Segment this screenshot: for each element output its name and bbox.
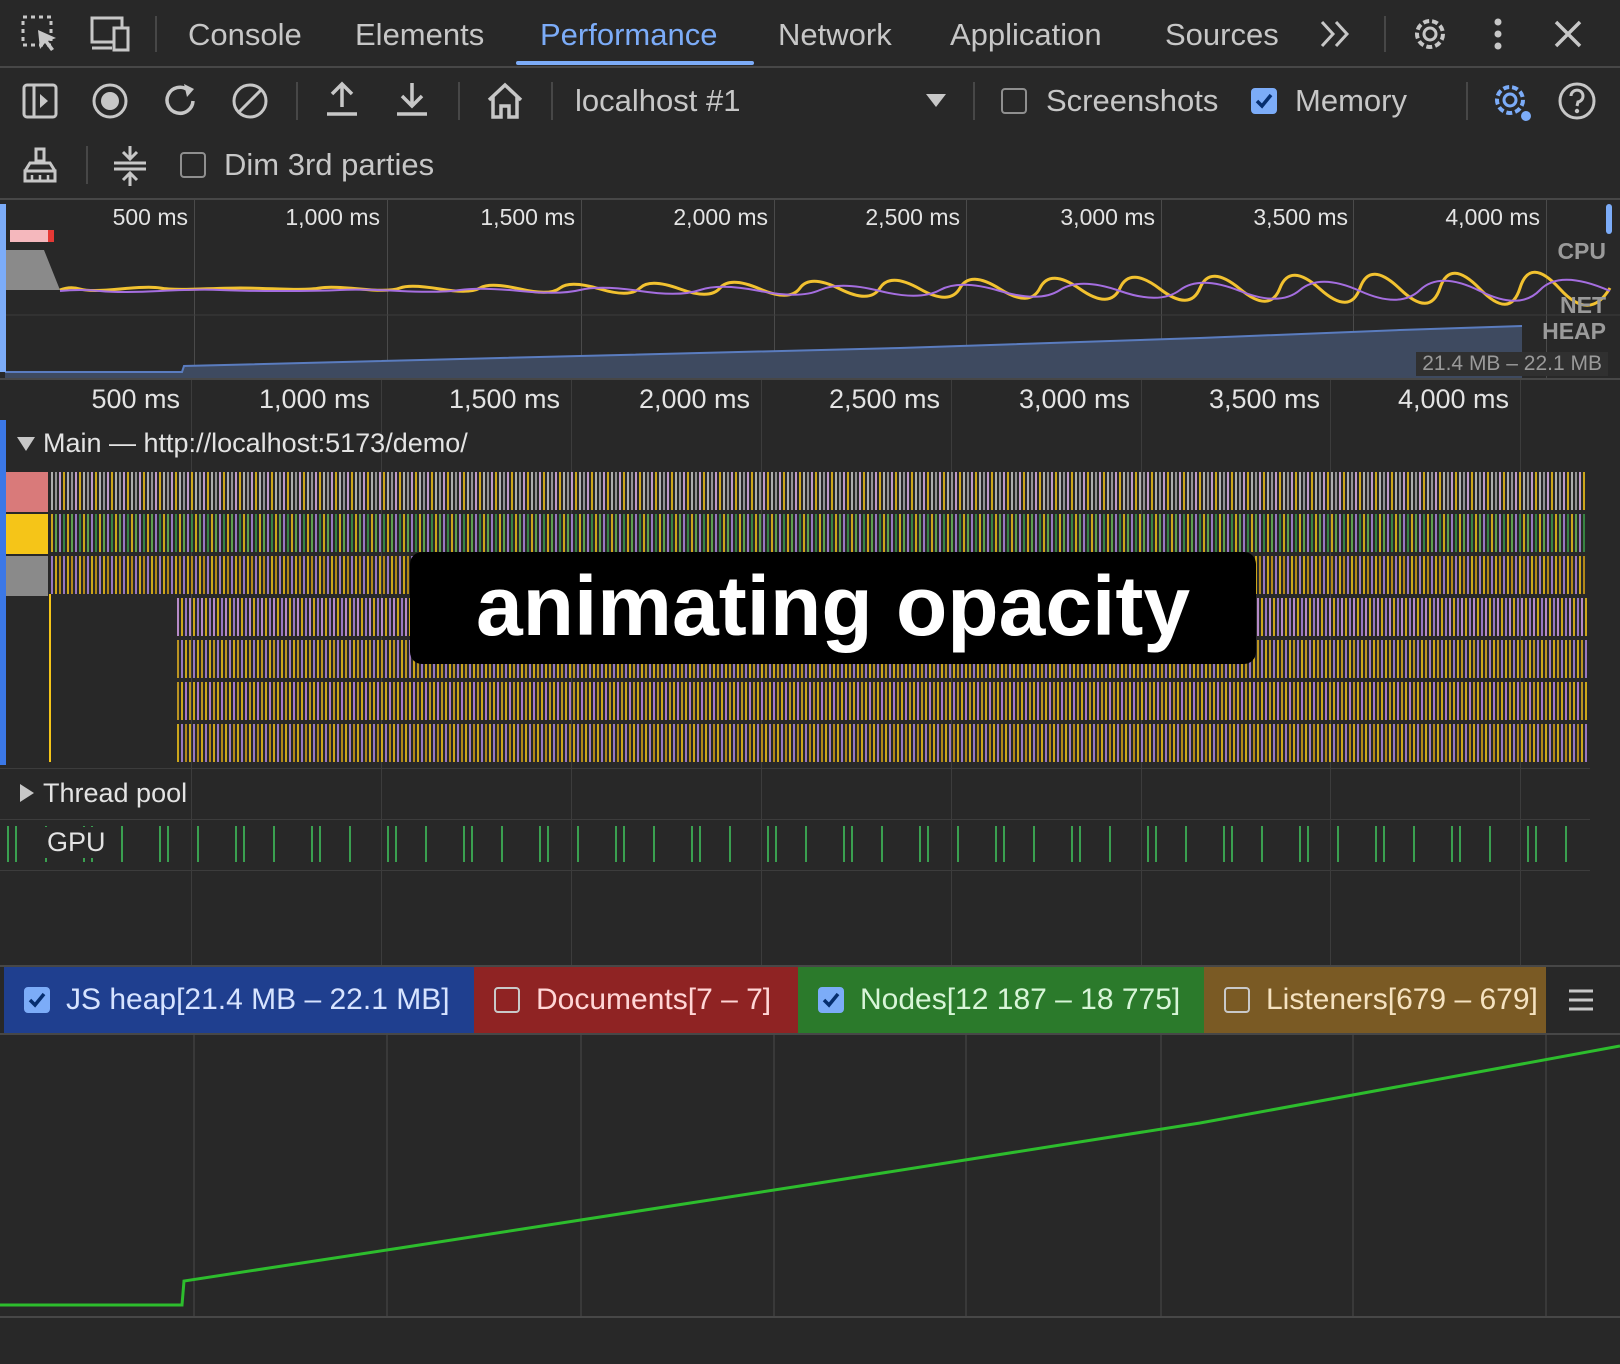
capture-settings-icon[interactable] xyxy=(1490,80,1534,124)
timeline-ruler[interactable]: 500 ms 1,000 ms 1,500 ms 2,000 ms 2,500 … xyxy=(0,380,1620,420)
record-icon[interactable] xyxy=(90,81,130,121)
clear-icon[interactable] xyxy=(230,81,270,121)
dim-3rd-parties-checkbox[interactable] xyxy=(180,152,206,178)
js-heap-label: JS heap[21.4 MB – 22.1 MB] xyxy=(66,983,450,1016)
inspect-element-icon[interactable] xyxy=(20,14,60,54)
gpu-track[interactable]: GPU xyxy=(0,818,1590,871)
nodes-counter[interactable]: Nodes[12 187 – 18 775] xyxy=(798,967,1204,1033)
documents-label: Documents[7 – 7] xyxy=(536,983,772,1016)
dim-3rd-parties-label: Dim 3rd parties xyxy=(224,147,435,182)
ruler-tick: 500 ms xyxy=(91,384,180,414)
performance-sub-toolbar: Dim 3rd parties xyxy=(0,134,1620,200)
device-toolbar-icon[interactable] xyxy=(88,14,134,54)
timeline-overview[interactable]: 500 ms 1,000 ms 1,500 ms 2,000 ms 2,500 … xyxy=(0,200,1620,380)
expand-triangle-icon[interactable] xyxy=(16,435,36,453)
tab-sources[interactable]: Sources xyxy=(1165,0,1279,66)
documents-counter[interactable]: Documents[7 – 7] xyxy=(474,967,798,1033)
ruler-tick: 2,000 ms xyxy=(638,384,750,414)
tab-network[interactable]: Network xyxy=(778,0,892,66)
tab-application[interactable]: Application xyxy=(950,0,1102,66)
nodes-line-chart xyxy=(0,1033,1620,1316)
upload-profile-icon[interactable] xyxy=(322,79,362,119)
nodes-checkbox[interactable] xyxy=(818,987,844,1013)
cpu-net-heap-overview-chart xyxy=(0,204,1620,378)
ruler-tick: 2,500 ms xyxy=(828,384,940,414)
thread-pool-track[interactable]: Thread pool xyxy=(0,768,1590,820)
menu-icon[interactable] xyxy=(1567,987,1595,1013)
more-options-icon[interactable] xyxy=(1488,14,1508,54)
download-profile-icon[interactable] xyxy=(392,79,432,119)
active-tab-indicator xyxy=(516,61,754,65)
ruler-tick: 3,000 ms xyxy=(1018,384,1130,414)
sidebar-toggle-icon[interactable] xyxy=(20,81,60,121)
tab-elements[interactable]: Elements xyxy=(355,0,484,66)
collapse-tracks-icon[interactable] xyxy=(110,144,150,188)
thread-pool-title: Thread pool xyxy=(43,778,188,808)
js-heap-counter[interactable]: JS heap[21.4 MB – 22.1 MB] xyxy=(4,967,474,1033)
memory-label: Memory xyxy=(1295,83,1407,118)
devtools-tab-bar: Console Elements Performance Network App… xyxy=(0,0,1620,68)
documents-checkbox[interactable] xyxy=(494,987,520,1013)
heap-label: HEAP xyxy=(1542,318,1606,344)
ruler-tick: 1,500 ms xyxy=(448,384,560,414)
home-icon[interactable] xyxy=(484,80,526,122)
js-heap-checkbox[interactable] xyxy=(24,987,50,1013)
ruler-tick: 1,000 ms xyxy=(258,384,370,414)
listeners-counter[interactable]: Listeners[679 – 679] xyxy=(1204,967,1546,1033)
gpu-title: GPU xyxy=(43,827,110,858)
help-icon[interactable] xyxy=(1556,80,1598,122)
ruler-tick: 4,000 ms xyxy=(1397,384,1509,414)
memory-counter-graph[interactable] xyxy=(0,1033,1620,1318)
memory-checkbox[interactable] xyxy=(1251,88,1277,114)
more-tabs-chevron-icon[interactable] xyxy=(1318,18,1354,50)
settings-gear-icon[interactable] xyxy=(1410,14,1450,54)
chevron-down-icon[interactable] xyxy=(924,92,948,110)
memory-counters-bar: JS heap[21.4 MB – 22.1 MB] Documents[7 –… xyxy=(0,965,1620,1035)
cpu-label: CPU xyxy=(1557,238,1606,264)
reload-record-icon[interactable] xyxy=(160,81,200,121)
target-select[interactable]: localhost #1 xyxy=(575,83,740,119)
net-label: NET xyxy=(1560,292,1606,318)
tab-performance[interactable]: Performance xyxy=(540,0,717,66)
gpu-activity-bars xyxy=(7,826,1567,862)
heap-range-label: 21.4 MB – 22.1 MB xyxy=(1416,352,1608,376)
collapsed-triangle-icon[interactable] xyxy=(18,783,36,803)
performance-toolbar: localhost #1 Screenshots Memory xyxy=(0,68,1620,134)
close-icon[interactable] xyxy=(1550,16,1586,52)
listeners-checkbox[interactable] xyxy=(1224,987,1250,1013)
collect-garbage-icon[interactable] xyxy=(20,146,60,186)
ruler-tick: 3,500 ms xyxy=(1208,384,1320,414)
animating-opacity-caption: animating opacity xyxy=(410,552,1256,664)
screenshots-label: Screenshots xyxy=(1046,83,1219,118)
tab-console[interactable]: Console xyxy=(188,0,302,66)
screenshots-checkbox[interactable] xyxy=(1001,88,1027,114)
listeners-label: Listeners[679 – 679] xyxy=(1266,983,1538,1016)
main-thread-title: Main — http://localhost:5173/demo/ xyxy=(43,428,468,458)
nodes-label: Nodes[12 187 – 18 775] xyxy=(860,983,1181,1016)
